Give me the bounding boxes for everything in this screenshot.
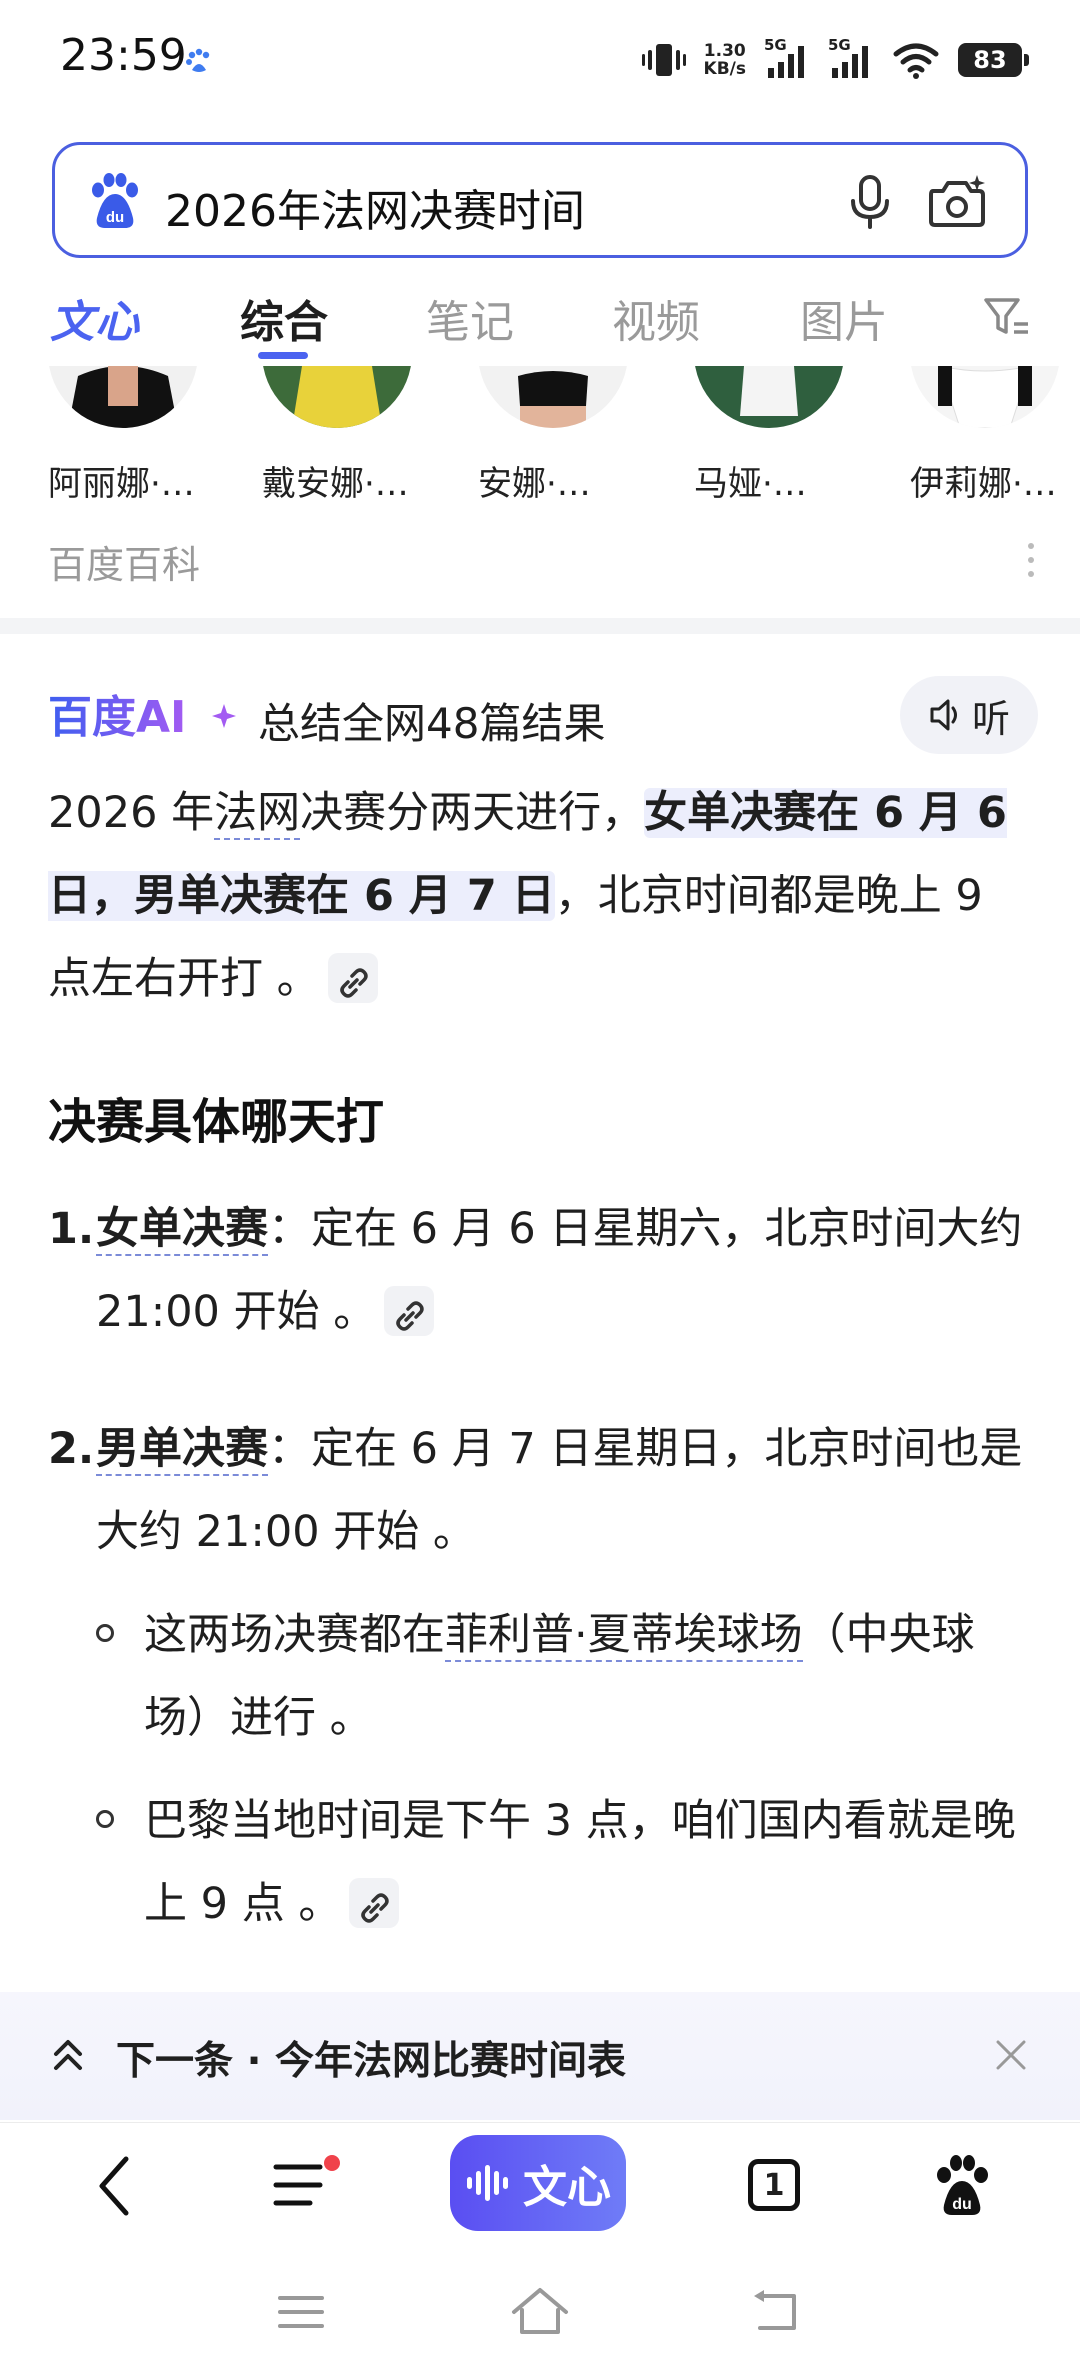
baidu-app-icon [186, 48, 210, 72]
person-card[interactable]: 戴安娜·… [262, 366, 462, 506]
person-card[interactable]: 马娅·… [694, 366, 894, 506]
sub-text: 这两场决赛都在 [144, 1610, 445, 1660]
list-label-link[interactable]: 女单决赛 [96, 1204, 268, 1256]
listen-label: 听 [971, 696, 1010, 741]
baidu-paw-icon: du [92, 173, 138, 228]
net-speed-unit: KB/s [703, 59, 746, 79]
person-avatar [262, 366, 412, 428]
wifi-icon [893, 43, 939, 79]
status-time: 23:59 [60, 30, 187, 81]
list-item: 1. 女单决赛：定在 6 月 6 日星期六，北京时间大约 21:00 开始 。 [48, 1188, 1038, 1354]
person-avatar [694, 366, 844, 428]
person-card[interactable]: 阿丽娜·… [48, 366, 248, 506]
tab-count-button[interactable]: 1 [748, 2159, 800, 2211]
home-icon[interactable] [508, 2280, 572, 2340]
list-label-link[interactable]: 男单决赛 [96, 1424, 268, 1476]
person-avatar [478, 366, 628, 428]
listen-button[interactable]: 听 [900, 676, 1038, 754]
more-options-icon[interactable] [1024, 540, 1038, 580]
bullet-icon [96, 1810, 114, 1828]
search-query[interactable]: 2026年法网决赛时间 [165, 175, 585, 239]
wenxin-label: 文心 [523, 2162, 611, 2213]
status-bar: 23:59 1.30 KB/s 5G 5G 83 [0, 0, 1080, 120]
person-avatar [910, 366, 1060, 428]
baidu-home-icon[interactable]: du [932, 2153, 992, 2217]
person-name: 马娅·… [694, 464, 807, 504]
citation-link-icon[interactable] [349, 1877, 400, 1928]
tab-wenxin[interactable]: 文心 [50, 286, 140, 350]
court-link[interactable]: 菲利普·夏蒂埃球场 [445, 1610, 803, 1662]
baike-source-label[interactable]: 百度百科 [48, 534, 200, 589]
system-back-icon[interactable] [750, 2286, 806, 2336]
person-name: 阿丽娜·… [48, 464, 195, 504]
recent-apps-icon[interactable] [276, 2292, 326, 2332]
signal-icon [832, 46, 868, 78]
vibrate-icon [641, 44, 686, 76]
search-input[interactable]: du 2026年法网决赛时间 [52, 142, 1028, 258]
ai-logo-text: 百度AI [48, 692, 186, 743]
speaker-icon [930, 699, 957, 731]
bottom-toolbar: 文心 1 du [0, 2122, 1080, 2250]
citation-link-icon[interactable] [384, 1285, 435, 1336]
sub-list-item: 巴黎当地时间是下午 3 点，咱们国内看就是晚上 9 点 。 [96, 1780, 1038, 1946]
active-tab-indicator [258, 352, 308, 359]
intro-text: 2026 年 [48, 788, 215, 838]
person-avatar [48, 366, 198, 428]
sub-text: 巴黎当地时间是下午 3 点，咱们国内看就是晚上 9 点 。 [144, 1796, 1016, 1929]
bullet-icon [96, 1624, 114, 1642]
double-chevron-up-icon [54, 2040, 82, 2070]
signal-5g-2: 5G [828, 36, 874, 80]
signal-5g-1: 5G [764, 36, 810, 80]
person-name: 伊莉娜·… [910, 464, 1057, 504]
next-result-bar[interactable]: 下一条 · 今年法网比赛时间表 [0, 1992, 1080, 2120]
tab-video[interactable]: 视频 [612, 286, 700, 350]
system-nav-bar [0, 2250, 1080, 2376]
microphone-icon[interactable] [845, 173, 895, 231]
svg-text:du: du [952, 2196, 972, 2213]
status-icons: 1.30 KB/s 5G 5G 83 [641, 36, 1029, 84]
related-persons: 阿丽娜·… 戴安娜·… 安娜·… 马娅·… 伊莉娜·… [0, 366, 1080, 506]
ai-answer-intro: 2026 年法网决赛分两天进行，女单决赛在 6 月 6 日，男单决赛在 6 月 … [48, 772, 1038, 1021]
wenxin-assistant-button[interactable]: 文心 [450, 2135, 626, 2231]
tab-notes[interactable]: 笔记 [426, 286, 514, 350]
signal-icon [768, 46, 804, 78]
menu-button[interactable] [270, 2151, 340, 2221]
sound-wave-icon [467, 2165, 508, 2201]
tab-images[interactable]: 图片 [800, 286, 888, 350]
battery-indicator: 83 [958, 43, 1029, 77]
back-arrow-icon[interactable] [90, 2151, 140, 2221]
baidu-ai-logo: 百度AI [48, 692, 236, 743]
tab-zonghe[interactable]: 综合 [240, 286, 328, 350]
result-tabs: 文心 综合 笔记 视频 图片 [0, 278, 1080, 364]
ai-summary-header: 百度AI 总结全网48篇结果 听 [48, 676, 1038, 756]
filter-icon[interactable] [982, 294, 1032, 340]
list-number: 1. [48, 1204, 95, 1254]
net-speed-value: 1.30 [703, 41, 746, 61]
ai-summary-count: 总结全网48篇结果 [258, 699, 606, 748]
next-result-text[interactable]: 下一条 · 今年法网比赛时间表 [116, 2030, 626, 2086]
person-name: 戴安娜·… [262, 464, 409, 504]
close-icon[interactable] [992, 2036, 1030, 2074]
person-card[interactable]: 伊莉娜·… [910, 366, 1080, 506]
citation-link-icon[interactable] [327, 952, 378, 1003]
notification-dot [324, 2155, 340, 2171]
list-item: 2. 男单决赛：定在 6 月 7 日星期日，北京时间也是大约 21:00 开始 … [48, 1408, 1038, 1574]
camera-search-icon[interactable] [925, 173, 989, 231]
list-number: 2. [48, 1424, 95, 1474]
svg-text:du: du [106, 209, 124, 226]
ai-section-heading: 决赛具体哪天打 [48, 1094, 385, 1150]
intro-link-fawang[interactable]: 法网 [214, 788, 301, 840]
sub-list-item: 这两场决赛都在菲利普·夏蒂埃球场（中央球场）进行 。 [96, 1594, 1038, 1760]
person-card[interactable]: 安娜·… [478, 366, 678, 506]
section-divider [0, 618, 1080, 634]
net-speed: 1.30 KB/s [704, 42, 746, 78]
intro-text: 决赛分两天进行， [300, 788, 645, 838]
person-name: 安娜·… [478, 464, 591, 504]
